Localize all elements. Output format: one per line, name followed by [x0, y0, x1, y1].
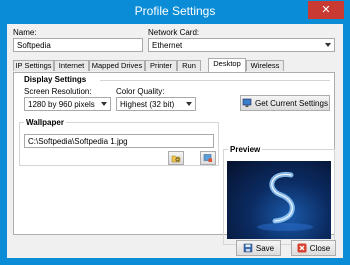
wallpaper-preview-image [227, 161, 331, 239]
dialog-window: Profile Settings ✕ Name: Softpedia Netwo… [0, 0, 350, 265]
tab-desktop-label: Desktop [213, 59, 241, 68]
tab-wireless-label: Wireless [250, 61, 280, 70]
chevron-down-icon [186, 102, 192, 106]
browse-wallpaper-button[interactable] [168, 151, 184, 165]
screen-resolution-select[interactable]: 1280 by 960 pixels [24, 97, 111, 111]
clear-wallpaper-button[interactable] [200, 151, 216, 165]
display-settings-divider [100, 80, 330, 81]
color-quality-label: Color Quality: [116, 87, 165, 96]
get-current-settings-label: Get Current Settings [255, 98, 328, 108]
save-button[interactable]: Save [236, 240, 281, 256]
red-x-icon [297, 243, 307, 253]
image-remove-icon [203, 154, 212, 162]
tab-ip-settings-label: IP Settings [15, 61, 52, 70]
chevron-down-icon [101, 102, 107, 106]
window-close-button[interactable]: ✕ [308, 1, 344, 19]
monitor-icon [242, 98, 252, 107]
save-label: Save [255, 243, 275, 253]
tab-wireless[interactable]: Wireless [246, 60, 284, 71]
tab-internet[interactable]: Internet [54, 60, 89, 71]
network-card-select[interactable]: Ethernet [148, 38, 335, 52]
title-bar[interactable]: Profile Settings ✕ [0, 0, 350, 24]
chevron-down-icon [325, 43, 331, 47]
color-quality-value: Highest (32 bit) [120, 100, 175, 109]
wallpaper-path-input[interactable]: C:\Softpedia\Softpedia 1.jpg [24, 134, 214, 148]
network-card-label: Network Card: [148, 28, 200, 37]
name-value: Softpedia [17, 41, 51, 50]
browse-folder-icon [171, 155, 181, 163]
tab-mapped-drives[interactable]: Mapped Drives [89, 60, 145, 71]
name-input[interactable]: Softpedia [13, 38, 143, 52]
dialog-body: Name: Softpedia Network Card: Ethernet I… [7, 24, 343, 258]
wallpaper-path-value: C:\Softpedia\Softpedia 1.jpg [28, 137, 128, 146]
tab-run[interactable]: Run [177, 60, 201, 71]
close-icon: ✕ [321, 3, 331, 16]
tab-printer-label: Printer [149, 61, 173, 70]
desktop-tab-panel: Display Settings Screen Resolution: 1280… [13, 72, 335, 245]
name-label: Name: [13, 28, 37, 37]
close-button[interactable]: Close [291, 240, 336, 256]
wallpaper-title: Wallpaper [24, 118, 66, 127]
get-current-settings-button[interactable]: Get Current Settings [240, 95, 330, 111]
close-label: Close [309, 243, 331, 253]
tab-ip-settings[interactable]: IP Settings [13, 60, 54, 71]
tab-printer[interactable]: Printer [145, 60, 177, 71]
screen-resolution-value: 1280 by 960 pixels [28, 100, 95, 109]
display-settings-title: Display Settings [24, 75, 87, 84]
network-card-value: Ethernet [152, 41, 183, 50]
floppy-disk-icon [243, 243, 253, 253]
window-title: Profile Settings [134, 4, 216, 18]
tab-internet-label: Internet [58, 61, 85, 70]
preview-area [223, 149, 335, 245]
tab-mapped-drives-label: Mapped Drives [91, 61, 143, 70]
color-quality-select[interactable]: Highest (32 bit) [116, 97, 196, 111]
softpedia-s-logo-icon [257, 171, 313, 231]
tab-run-label: Run [182, 61, 196, 70]
tab-desktop[interactable]: Desktop [208, 58, 246, 72]
screen-resolution-label: Screen Resolution: [24, 87, 92, 96]
